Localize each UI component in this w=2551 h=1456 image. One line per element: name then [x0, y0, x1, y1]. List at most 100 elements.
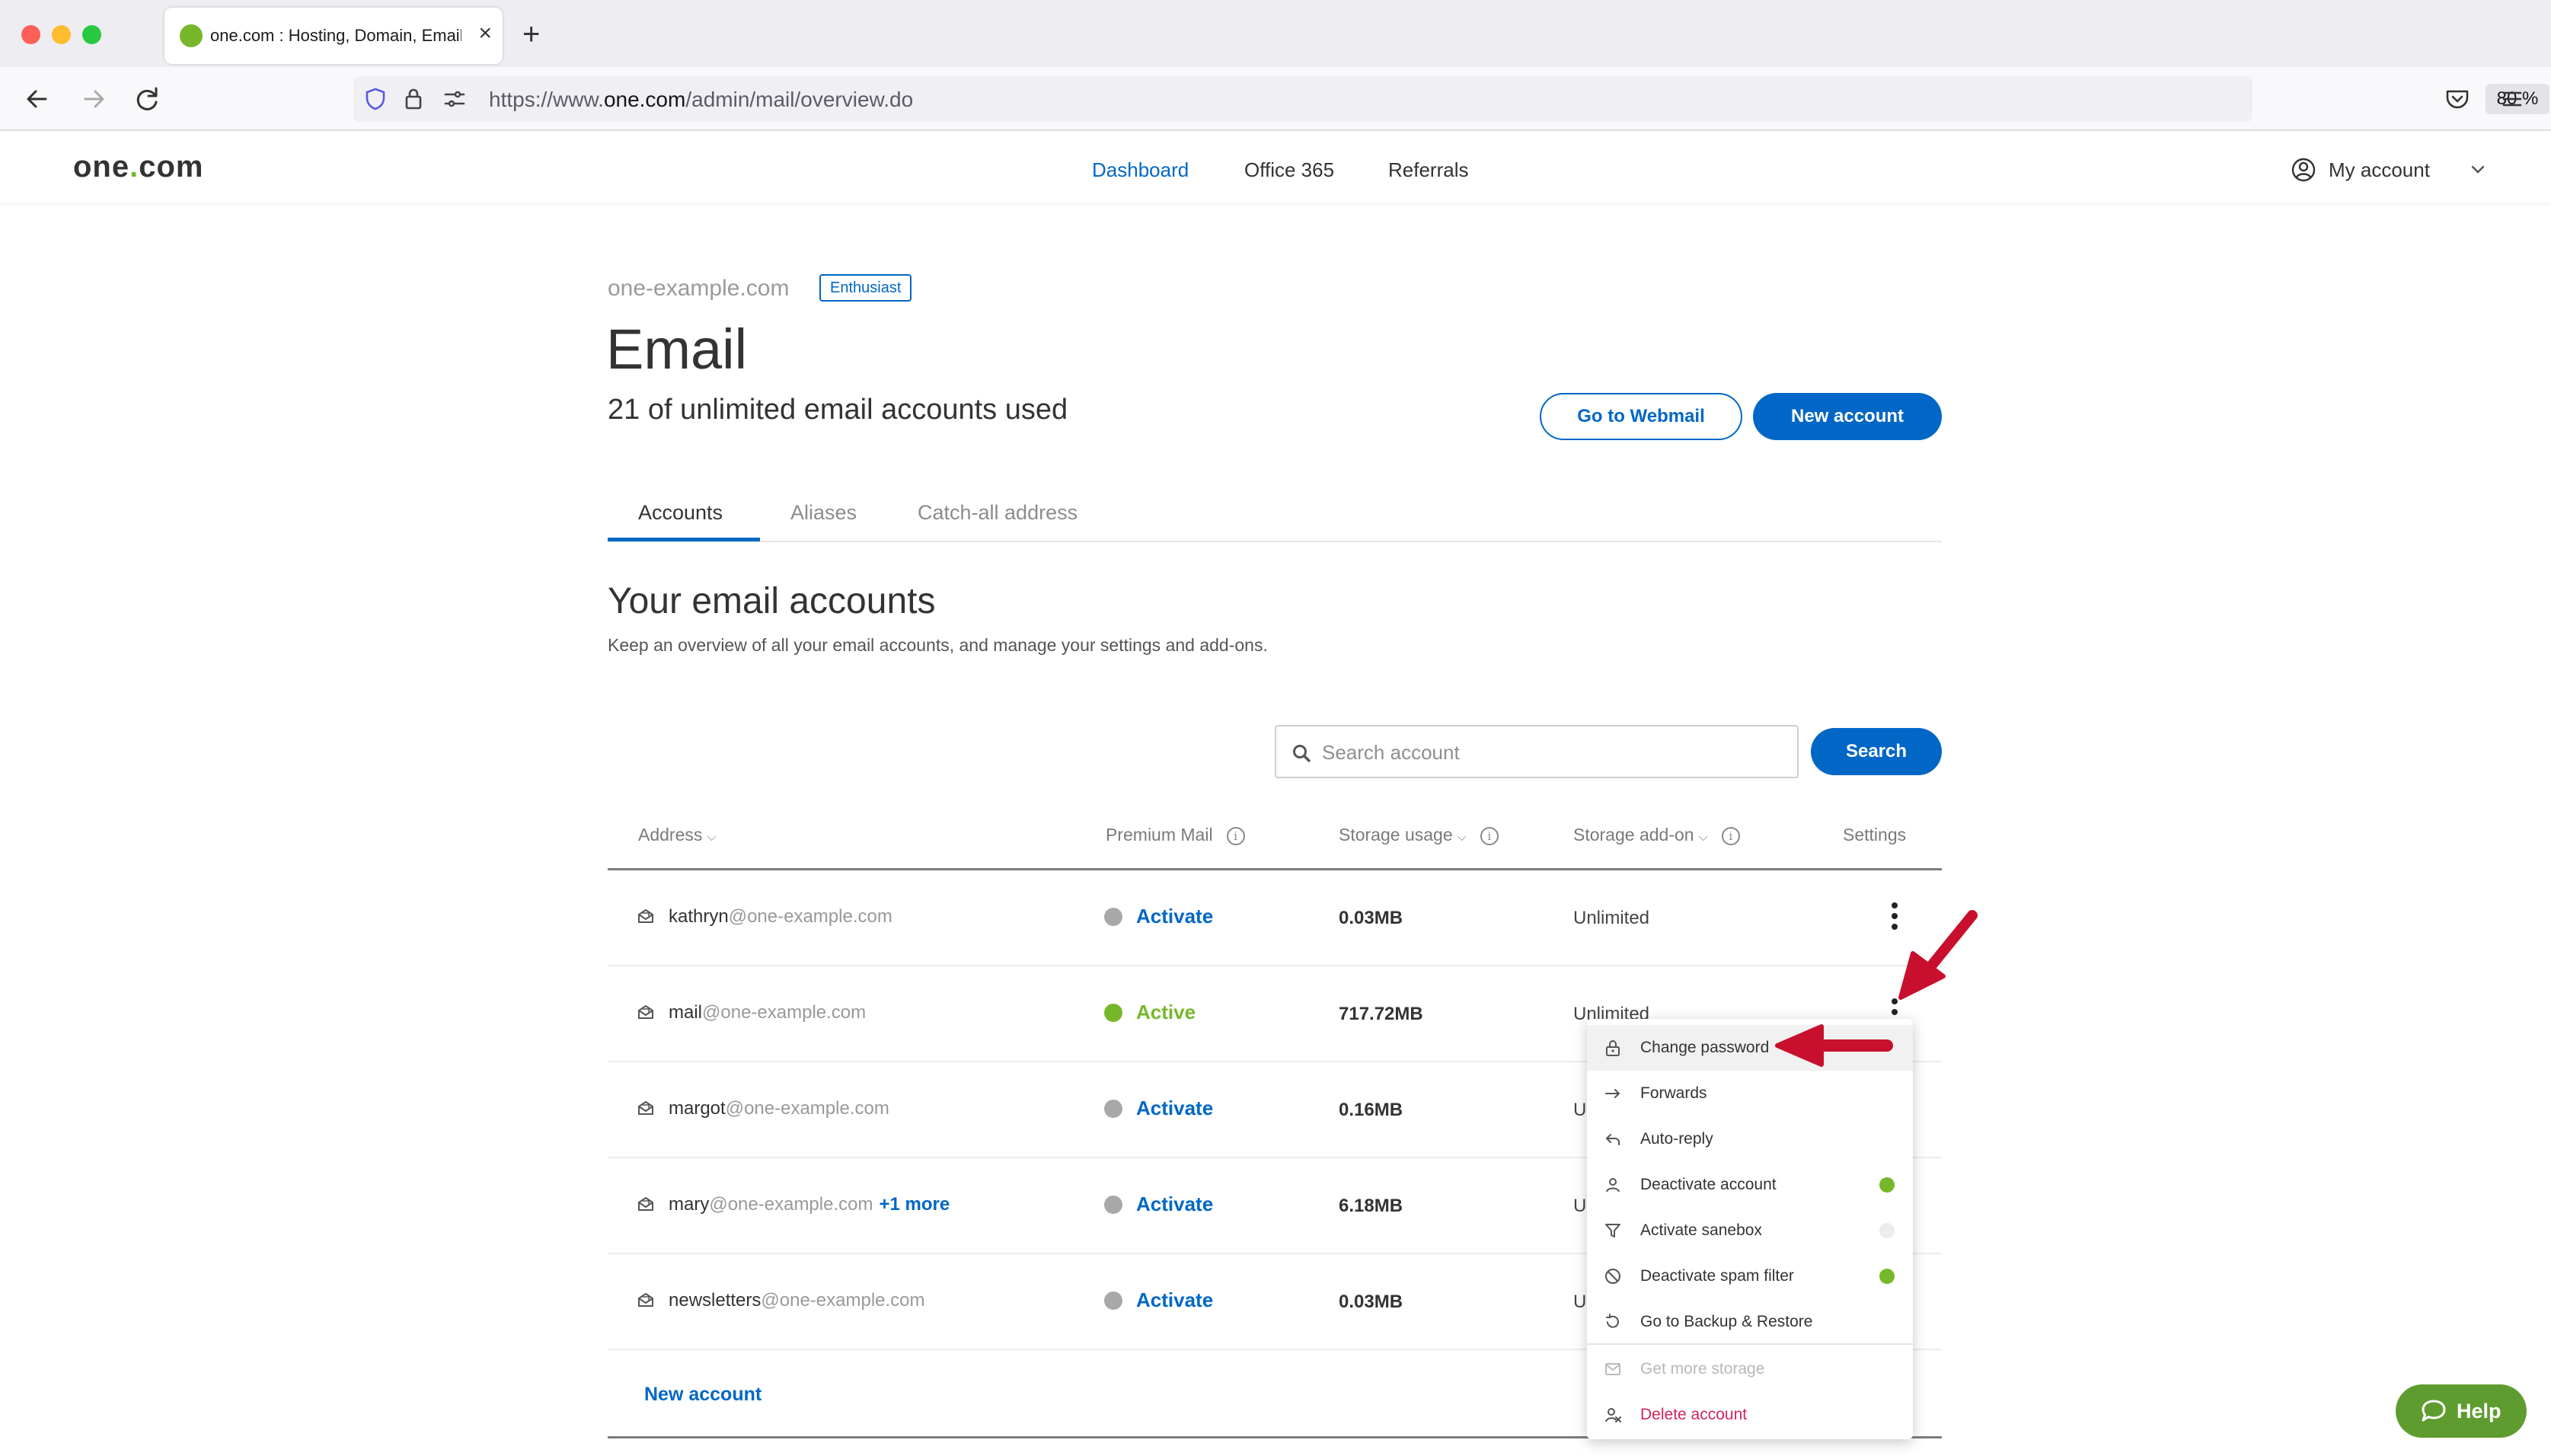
menu-hamburger-icon[interactable] — [2501, 88, 2524, 110]
premium-status-dot — [1104, 1292, 1122, 1310]
tab-close-icon[interactable]: × — [478, 20, 492, 47]
premium-active-label[interactable]: Active — [1136, 1001, 1196, 1023]
block-icon — [1605, 1269, 1620, 1284]
nav-dashboard[interactable]: Dashboard — [1092, 158, 1189, 181]
section-subtitle: Keep an overview of all your email accou… — [608, 635, 1268, 655]
pocket-icon[interactable] — [2444, 87, 2470, 111]
sort-caret-icon: ⌵ — [1698, 831, 1708, 844]
toggle-status-dot — [1879, 1269, 1895, 1284]
window-minimize-button[interactable] — [52, 25, 71, 44]
storage-usage: 0.03MB — [1339, 1292, 1403, 1312]
info-icon[interactable]: i — [1226, 826, 1245, 845]
new-account-button[interactable]: New account — [1753, 393, 1942, 440]
info-icon[interactable]: i — [1721, 826, 1740, 845]
storage-addon: Unlimited — [1573, 908, 1650, 928]
premium-status-dot — [1104, 1004, 1122, 1022]
arrow-right-icon — [1605, 1089, 1620, 1098]
account-settings-menu: Change password Forwards Auto-reply Deac… — [1587, 1019, 1913, 1439]
email-address[interactable]: newsletters@one-example.com — [669, 1289, 925, 1312]
activate-premium-link[interactable]: Activate — [1136, 1288, 1213, 1311]
menu-item-deactivate-account[interactable]: Deactivate account — [1587, 1162, 1913, 1208]
back-icon[interactable] — [18, 79, 58, 119]
search-button[interactable]: Search — [1811, 728, 1942, 775]
premium-status-dot — [1104, 1196, 1122, 1214]
reply-icon — [1606, 1134, 1620, 1145]
tab-accounts[interactable]: Accounts — [638, 500, 723, 525]
domain-name: one-example.com — [608, 276, 790, 301]
email-address[interactable]: kathryn@one-example.com — [669, 905, 892, 928]
menu-item-delete-account[interactable]: Delete account — [1587, 1392, 1913, 1438]
browser-tab[interactable]: one.com : Hosting, Domain, Email × — [164, 8, 503, 64]
forward-icon[interactable] — [73, 79, 113, 119]
tab-aliases[interactable]: Aliases — [790, 500, 857, 525]
reload-icon[interactable] — [128, 79, 168, 119]
new-account-link[interactable]: New account — [644, 1383, 761, 1406]
accounts-usage-text: 21 of unlimited email accounts used — [608, 394, 1068, 426]
window-close-button[interactable] — [21, 25, 40, 44]
storage-addon: U — [1573, 1196, 1587, 1216]
sort-caret-icon: ⌵ — [707, 831, 717, 844]
activate-premium-link[interactable]: Activate — [1136, 1193, 1213, 1215]
window-zoom-button[interactable] — [82, 25, 101, 44]
activate-premium-link[interactable]: Activate — [1136, 1097, 1213, 1119]
column-storage-addon[interactable]: Storage add-on ⌵ i — [1573, 822, 1740, 850]
search-icon — [1293, 745, 1311, 762]
toggle-status-dot — [1879, 1177, 1895, 1193]
mailbox-icon — [638, 1005, 653, 1019]
search-account-field[interactable] — [1275, 725, 1799, 778]
more-aliases-link[interactable]: +1 more — [879, 1194, 950, 1215]
mailbox-icon — [638, 1293, 653, 1307]
my-account-label: My account — [2329, 158, 2430, 181]
table-row: kathryn@one-example.com Activate 0.03MB … — [608, 870, 1942, 966]
url-text: https://www.one.com/admin/mail/overview.… — [489, 88, 914, 111]
premium-status-dot — [1104, 908, 1122, 926]
search-account-input[interactable] — [1322, 737, 1779, 768]
email-address[interactable]: mail@one-example.com — [669, 1001, 866, 1024]
menu-item-activate-sanebox[interactable]: Activate sanebox — [1587, 1208, 1913, 1253]
go-to-webmail-button[interactable]: Go to Webmail — [1540, 393, 1742, 440]
email-address[interactable]: mary@one-example.com +1 more — [669, 1193, 950, 1216]
one-com-logo[interactable]: one.com — [73, 149, 204, 184]
column-premium-mail: Premium Mail i — [1106, 822, 1245, 847]
storage-addon: U — [1573, 1100, 1587, 1120]
browser-toolbar: https://www.one.com/admin/mail/overview.… — [0, 67, 2551, 131]
activate-premium-link[interactable]: Activate — [1136, 905, 1213, 928]
menu-item-forwards[interactable]: Forwards — [1587, 1071, 1913, 1116]
menu-item-backup-restore[interactable]: Go to Backup & Restore — [1587, 1299, 1913, 1345]
section-title: Your email accounts — [608, 581, 936, 621]
column-storage-usage[interactable]: Storage usage ⌵ i — [1339, 822, 1499, 850]
user-circle-icon — [2291, 158, 2316, 182]
address-bar[interactable]: https://www.one.com/admin/mail/overview.… — [353, 76, 2549, 122]
storage-addon: U — [1573, 1292, 1587, 1312]
settings-kebab-icon[interactable] — [1887, 901, 1902, 931]
plan-badge: Enthusiast — [819, 274, 912, 302]
filter-icon — [1605, 1224, 1620, 1237]
site-header: one.com Dashboard Office 365 Referrals M… — [0, 131, 2551, 203]
new-tab-icon[interactable]: + — [522, 15, 540, 53]
lock-icon[interactable] — [404, 87, 423, 111]
nav-referrals[interactable]: Referrals — [1388, 158, 1468, 181]
mail-icon — [1605, 1363, 1620, 1375]
nav-office-365[interactable]: Office 365 — [1244, 158, 1334, 181]
email-address[interactable]: margot@one-example.com — [669, 1097, 889, 1120]
active-tab-indicator — [608, 538, 760, 541]
mailbox-icon — [638, 1197, 653, 1211]
menu-item-deactivate-spam-filter[interactable]: Deactivate spam filter — [1587, 1253, 1913, 1299]
delete-user-icon — [1605, 1408, 1621, 1422]
chevron-down-icon — [2471, 165, 2485, 174]
column-address[interactable]: Address ⌵ — [638, 822, 717, 850]
site-permissions-icon[interactable] — [443, 88, 466, 110]
help-button[interactable]: Help — [2396, 1384, 2527, 1438]
storage-usage: 0.16MB — [1339, 1100, 1403, 1120]
storage-usage: 0.03MB — [1339, 908, 1403, 928]
tab-catch-all-address[interactable]: Catch-all address — [918, 500, 1078, 525]
storage-usage: 717.72MB — [1339, 1004, 1423, 1024]
lock-icon — [1606, 1040, 1620, 1056]
chat-bubble-icon — [2422, 1400, 2446, 1422]
menu-item-auto-reply[interactable]: Auto-reply — [1587, 1116, 1913, 1162]
menu-item-change-password[interactable]: Change password — [1587, 1025, 1913, 1071]
info-icon[interactable]: i — [1480, 826, 1499, 845]
shield-icon[interactable] — [364, 87, 387, 111]
browser-tab-bar: one.com : Hosting, Domain, Email × + — [0, 0, 2551, 67]
mailbox-icon — [638, 1101, 653, 1115]
